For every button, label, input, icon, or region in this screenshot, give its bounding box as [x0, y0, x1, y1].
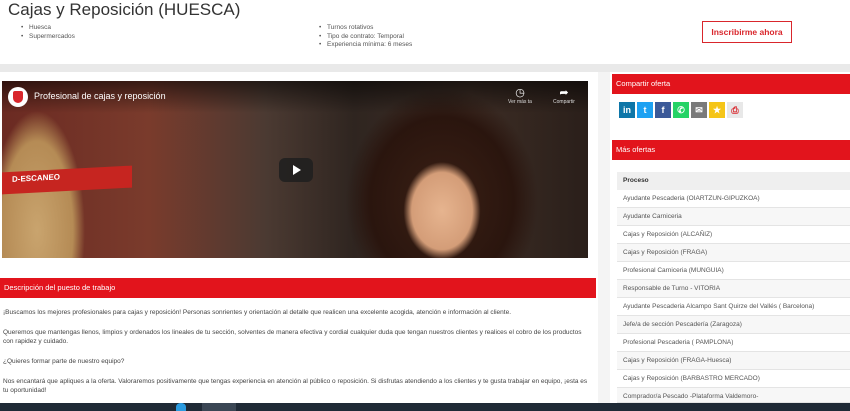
offer-link[interactable]: Ayudante Pescaderia Alcampo Sant Quirze …	[617, 298, 850, 316]
browser-taskbar-icon[interactable]	[176, 403, 186, 411]
share-arrow-icon: ➦	[559, 87, 569, 99]
offer-link[interactable]: Cajas y Reposición (BARBASTRO MERCADO)	[617, 370, 850, 388]
offer-link[interactable]: Cajas y Reposición (ALCAÑIZ)	[617, 226, 850, 244]
watch-later-label: Ver más ta	[508, 99, 532, 105]
clock-icon: ◷	[515, 87, 525, 99]
description-paragraph: ¡Buscamos los mejores profesionales para…	[3, 309, 512, 316]
apply-now-button[interactable]: Inscribirme ahora	[702, 21, 792, 43]
offer-link[interactable]: Jefe/a de sección Pescadería (Zaragoza)	[617, 316, 850, 334]
facebook-icon[interactable]: f	[655, 102, 671, 118]
os-taskbar	[0, 403, 850, 411]
print-icon[interactable]: ⎙	[727, 102, 743, 118]
more-offers-heading: Más ofertas	[612, 140, 850, 160]
offer-link[interactable]: Ayudante Pescaderia (OIARTZUN-GIPUZKOA)	[617, 190, 850, 208]
job-conditions-list: Turnos rotativos Tipo de contrato: Tempo…	[316, 24, 412, 50]
offer-link[interactable]: Profesional Pescaderia ( PAMPLONA)	[617, 334, 850, 352]
video-title[interactable]: Profesional de cajas y reposición	[34, 91, 166, 101]
share-video-label: Compartir	[553, 99, 575, 105]
offer-link[interactable]: Comprador/a Pescado -Plataforma Valdemor…	[617, 388, 850, 403]
email-icon[interactable]: ✉	[691, 102, 707, 118]
watch-later-button[interactable]: ◷ Ver más ta	[500, 87, 540, 105]
job-shift: Turnos rotativos	[316, 24, 412, 33]
share-video-button[interactable]: ➦ Compartir	[544, 87, 584, 105]
video-title-bar: Profesional de cajas y reposición ◷ Ver …	[2, 81, 588, 113]
offers-column-header: Proceso	[617, 172, 850, 190]
video-player[interactable]: D-ESCANEO Profesional de cajas y reposic…	[2, 81, 588, 258]
description-paragraph: ¿Quieres formar parte de nuestro equipo?	[3, 358, 125, 365]
offer-link[interactable]: Cajas y Reposición (FRAGA)	[617, 244, 850, 262]
job-location: Huesca	[18, 24, 75, 33]
channel-logo[interactable]	[8, 87, 28, 107]
offer-link[interactable]: Cajas y Reposición (FRAGA-Huesca)	[617, 352, 850, 370]
job-header: Cajas y Reposición (HUESCA) Huesca Super…	[0, 0, 850, 64]
play-icon[interactable]	[279, 158, 313, 182]
twitter-icon[interactable]: t	[637, 102, 653, 118]
offer-link[interactable]: Ayudante Carniceria	[617, 208, 850, 226]
page-title: Cajas y Reposición (HUESCA)	[8, 0, 241, 19]
description-heading: Descripción del puesto de trabajo	[0, 278, 596, 298]
job-min-experience: Experiencia mínima: 6 meses	[316, 41, 412, 50]
offer-link[interactable]: Profesional Carniceria (MUNGUIA)	[617, 262, 850, 280]
job-contract-type: Tipo de contrato: Temporal	[316, 33, 412, 42]
favorite-star-icon[interactable]: ★	[709, 102, 725, 118]
offer-link[interactable]: Responsable de Turno - VITORIA	[617, 280, 850, 298]
job-location-list: Huesca Supermercados	[18, 24, 75, 41]
job-category: Supermercados	[18, 33, 75, 42]
share-heading: Compartir oferta	[612, 74, 850, 94]
scanner-banner-text: D-ESCANEO	[12, 172, 61, 184]
header-divider	[0, 64, 850, 72]
linkedin-icon[interactable]: in	[619, 102, 635, 118]
description-paragraph: Queremos que mantengas llenos, limpios y…	[3, 329, 582, 345]
active-window-taskbar-icon[interactable]	[202, 403, 236, 411]
description-paragraph: Nos encantará que apliques a la oferta. …	[3, 378, 588, 394]
whatsapp-icon[interactable]: ✆	[673, 102, 689, 118]
